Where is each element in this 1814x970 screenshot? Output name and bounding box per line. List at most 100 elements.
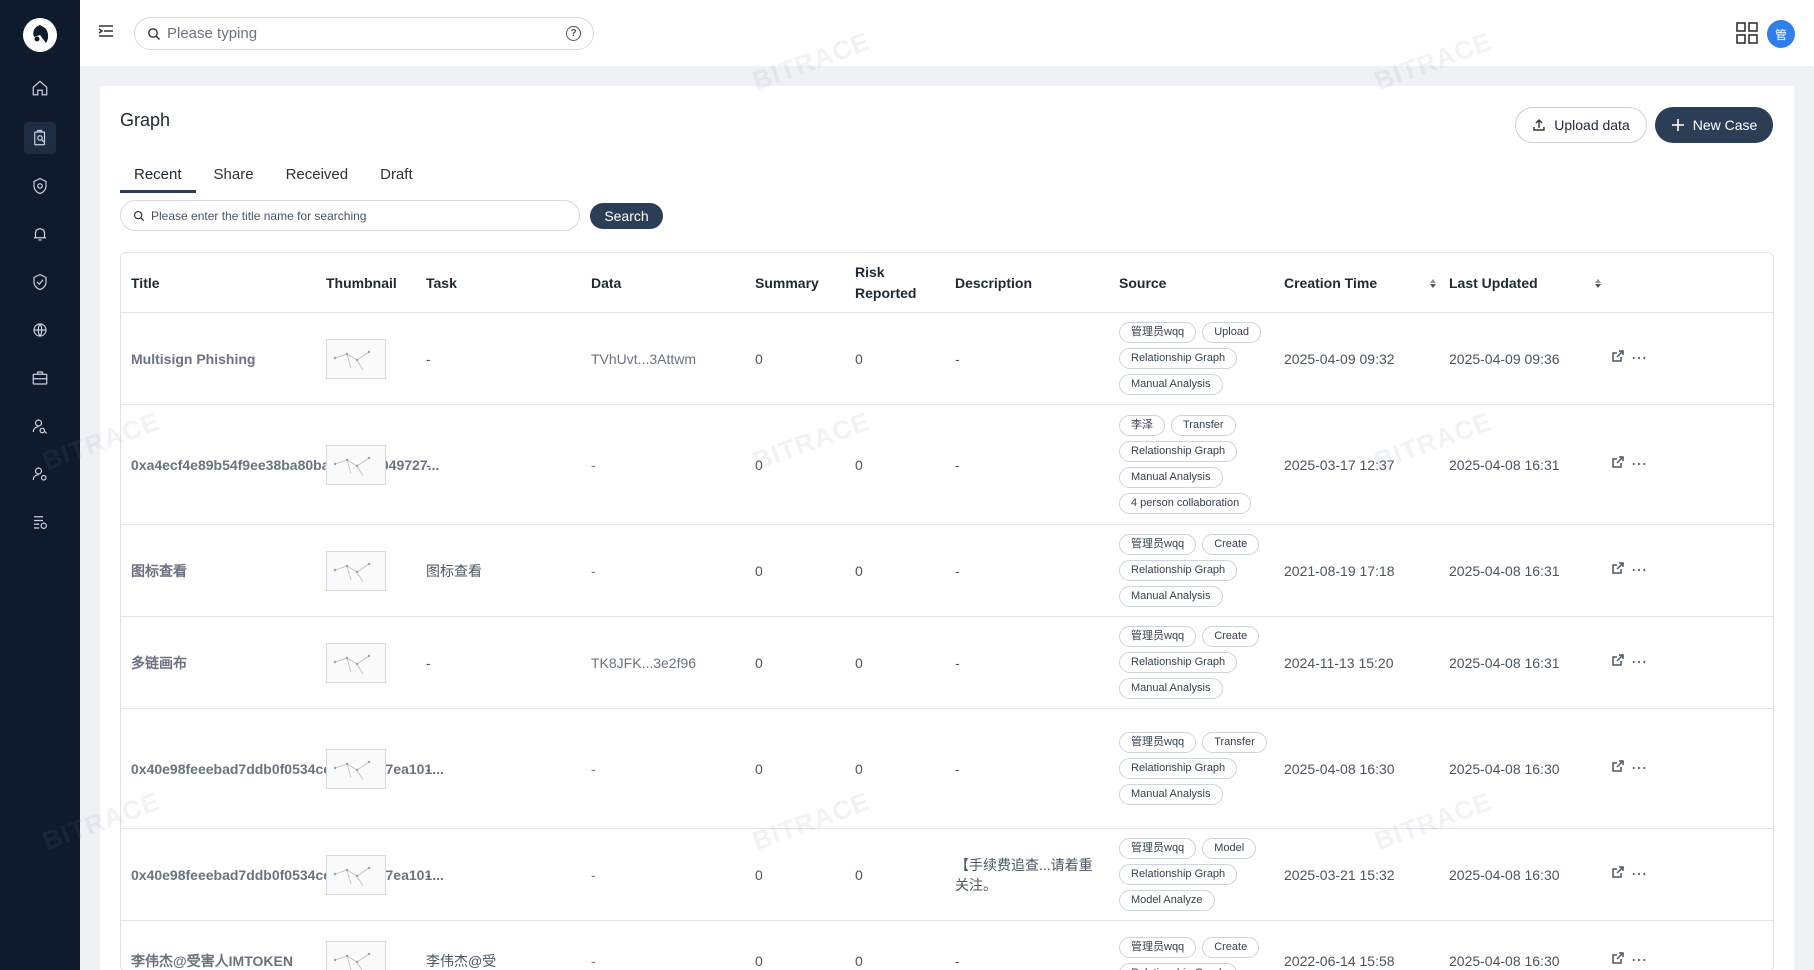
row-summary: 0 bbox=[755, 866, 763, 883]
row-task: - bbox=[426, 654, 431, 671]
thumbnail-image[interactable] bbox=[326, 855, 386, 895]
row-creation-time: 2022-06-14 15:58 bbox=[1284, 952, 1395, 969]
user-search-icon[interactable] bbox=[24, 410, 56, 442]
thumbnail-image[interactable] bbox=[326, 445, 386, 485]
more-icon[interactable]: ⋯ bbox=[1631, 562, 1647, 578]
more-icon[interactable]: ⋯ bbox=[1631, 350, 1647, 366]
home-icon[interactable] bbox=[24, 72, 56, 104]
title-search-input[interactable] bbox=[151, 208, 567, 223]
search-icon bbox=[133, 210, 145, 221]
table-row[interactable]: 0xa4ecf4e89b54f9ee38ba80baf5c1c41049727.… bbox=[121, 405, 1773, 525]
row-data: TK8JFK...3e2f96 bbox=[591, 654, 697, 671]
row-task: - bbox=[426, 456, 431, 473]
source-tags: 管理员wqq Create Relationship Graph Manual Ana… bbox=[1119, 617, 1284, 708]
row-actions: ⋯ bbox=[1611, 313, 1647, 404]
globe-icon[interactable] bbox=[24, 314, 56, 346]
row-data: - bbox=[591, 760, 596, 777]
tab-received[interactable]: Received bbox=[272, 166, 363, 191]
search-button[interactable]: Search bbox=[590, 203, 663, 229]
shield-check-icon[interactable] bbox=[24, 266, 56, 298]
logo-icon[interactable] bbox=[23, 18, 57, 52]
tab-draft[interactable]: Draft bbox=[366, 166, 427, 191]
source-tag: Create bbox=[1202, 626, 1260, 647]
global-search: ? bbox=[134, 17, 594, 50]
table-row[interactable]: 多链画布 - TK8JFK...3e2f96 0 0 - 管理员wqq Create Relat… bbox=[121, 617, 1773, 709]
row-creation-time: 2025-04-08 16:30 bbox=[1284, 760, 1395, 777]
global-search-input[interactable] bbox=[167, 25, 566, 42]
more-icon[interactable]: ⋯ bbox=[1631, 760, 1647, 776]
row-title: 0xa4ecf4e89b54f9ee38ba80baf5c1c41049727.… bbox=[131, 456, 440, 473]
new-case-button[interactable]: New Case bbox=[1655, 107, 1773, 143]
sort-icon[interactable] bbox=[1430, 278, 1436, 288]
source-tag: Relationship Graph bbox=[1119, 758, 1238, 779]
row-risk-reported: 0 bbox=[855, 866, 863, 883]
row-risk-reported: 0 bbox=[855, 654, 863, 671]
row-actions: ⋯ bbox=[1611, 709, 1647, 828]
row-summary: 0 bbox=[755, 562, 763, 579]
tab-recent[interactable]: Recent bbox=[120, 166, 196, 193]
open-external-icon[interactable] bbox=[1611, 653, 1625, 672]
table-row[interactable]: 李伟杰@受害人IMTOKEN 李伟杰@受 - 0 0 - 管理员wqqCreate Relat… bbox=[121, 921, 1773, 970]
row-last-updated: 2025-04-09 09:36 bbox=[1449, 350, 1560, 367]
more-icon[interactable]: ⋯ bbox=[1631, 866, 1647, 882]
row-last-updated: 2025-04-08 16:31 bbox=[1449, 562, 1560, 579]
row-actions: ⋯ bbox=[1611, 921, 1647, 970]
row-actions: ⋯ bbox=[1611, 829, 1647, 920]
user-settings-icon[interactable] bbox=[24, 458, 56, 490]
more-icon[interactable]: ⋯ bbox=[1631, 456, 1647, 472]
table-row[interactable]: Multisign Phishing - TVhUvt...3Attwm 0 0 - 管理员… bbox=[121, 313, 1773, 405]
row-summary: 0 bbox=[755, 654, 763, 671]
open-external-icon[interactable] bbox=[1611, 561, 1625, 580]
help-icon[interactable]: ? bbox=[566, 26, 581, 41]
thumbnail-image[interactable] bbox=[326, 941, 386, 970]
menu-collapse-icon[interactable] bbox=[98, 23, 118, 43]
more-icon[interactable]: ⋯ bbox=[1631, 952, 1647, 968]
sidebar bbox=[0, 0, 80, 970]
col-last-updated[interactable]: Last Updated bbox=[1449, 253, 1601, 313]
bell-icon[interactable] bbox=[24, 218, 56, 250]
open-external-icon[interactable] bbox=[1611, 349, 1625, 368]
thumbnail-image[interactable] bbox=[326, 643, 386, 683]
table-row[interactable]: 0x40e98feeebad7ddb0f0534ccaa617427ea101.… bbox=[121, 829, 1773, 921]
col-creation-time[interactable]: Creation Time bbox=[1284, 253, 1436, 313]
row-description: - bbox=[955, 562, 960, 579]
more-icon[interactable]: ⋯ bbox=[1631, 654, 1647, 670]
shield-gear-icon[interactable] bbox=[24, 170, 56, 202]
thumbnail-image[interactable] bbox=[326, 551, 386, 591]
col-risk-reported: Risk Reported bbox=[855, 264, 917, 301]
briefcase-icon[interactable] bbox=[24, 362, 56, 394]
source-tag: Relationship Graph bbox=[1119, 864, 1238, 885]
row-task: 图标查看 bbox=[426, 562, 482, 579]
open-external-icon[interactable] bbox=[1611, 455, 1625, 474]
source-tag: 李泽 bbox=[1119, 415, 1165, 436]
source-tag: Manual Analysis bbox=[1119, 374, 1223, 395]
thumbnail-image[interactable] bbox=[326, 339, 386, 379]
source-tag: Relationship Graph bbox=[1119, 963, 1238, 970]
row-data: - bbox=[591, 562, 596, 579]
open-external-icon[interactable] bbox=[1611, 865, 1625, 884]
row-creation-time: 2025-04-09 09:32 bbox=[1284, 350, 1395, 367]
col-thumbnail: Thumbnail bbox=[326, 274, 397, 291]
sort-icon[interactable] bbox=[1595, 278, 1601, 288]
tab-share[interactable]: Share bbox=[200, 166, 268, 191]
source-tag: Manual Analysis bbox=[1119, 678, 1223, 699]
table-row[interactable]: 图标查看 图标查看 - 0 0 - 管理员wqq Create Relationship Gra… bbox=[121, 525, 1773, 617]
avatar[interactable]: 管 bbox=[1767, 20, 1795, 48]
open-external-icon[interactable] bbox=[1611, 951, 1625, 970]
open-external-icon[interactable] bbox=[1611, 759, 1625, 778]
row-creation-time: 2024-11-13 15:20 bbox=[1284, 654, 1394, 671]
apps-grid-icon[interactable] bbox=[1736, 22, 1758, 44]
table-row[interactable]: 0x40e98feeebad7ddb0f0534ccaa617427ea101.… bbox=[121, 709, 1773, 829]
source-tag: Create bbox=[1202, 937, 1260, 958]
database-list-icon[interactable] bbox=[24, 506, 56, 538]
row-data: - bbox=[591, 952, 596, 969]
row-last-updated: 2025-04-08 16:31 bbox=[1449, 654, 1560, 671]
clipboard-search-icon[interactable] bbox=[24, 122, 56, 154]
source-tag: 管理员wqq bbox=[1119, 937, 1197, 958]
search-icon bbox=[148, 27, 160, 40]
row-title: 0x40e98feeebad7ddb0f0534ccaa617427ea101.… bbox=[131, 866, 444, 883]
upload-data-button[interactable]: Upload data bbox=[1515, 107, 1647, 143]
thumbnail-image[interactable] bbox=[326, 749, 386, 789]
source-tag: Relationship Graph bbox=[1119, 652, 1238, 673]
row-title: Multisign Phishing bbox=[131, 350, 256, 367]
